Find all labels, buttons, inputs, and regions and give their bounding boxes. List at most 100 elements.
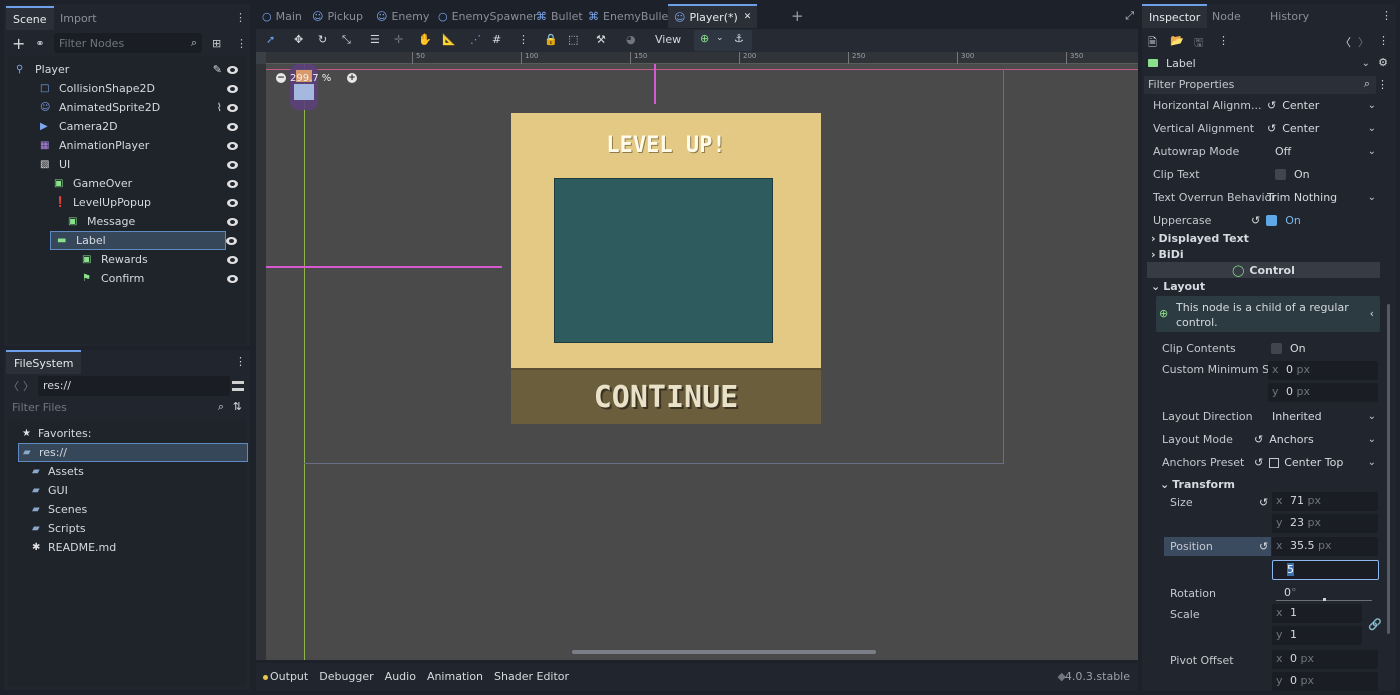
size-x-field[interactable]: x 71 px [1272, 492, 1378, 511]
bottom-tab-shader-editor[interactable]: Shader Editor [494, 670, 569, 683]
file-item-assets[interactable]: ▰ Assets [8, 462, 246, 481]
zoom-in-icon[interactable]: + [347, 73, 357, 83]
tree-item-animationplayer[interactable]: ▦ AnimationPlayer [8, 136, 246, 155]
snap-options-icon[interactable]: ⋮ [518, 33, 529, 46]
bottom-tab-debugger[interactable]: Debugger [319, 670, 373, 683]
revert-icon[interactable]: ↺ [1254, 456, 1263, 469]
min-x-field[interactable]: x 0 px [1268, 361, 1378, 380]
tab-scene[interactable]: Scene [6, 6, 54, 30]
chevron-down-icon[interactable]: ⌄ [716, 33, 724, 43]
version-label[interactable]: 4.0.3.stable [1065, 670, 1130, 683]
file-item-favorites[interactable]: ★ Favorites: [8, 424, 246, 443]
checkbox-checked[interactable] [1266, 215, 1278, 226]
bottom-tab-animation[interactable]: Animation [427, 670, 483, 683]
path-field[interactable]: res:// [38, 376, 230, 396]
filter-nodes-input[interactable]: Filter Nodes ⌕ [54, 33, 202, 53]
more-icon[interactable]: ⋮ [1381, 9, 1392, 22]
prop-layout-mode[interactable]: Layout Mode ↺ Anchors ⌄ [1156, 428, 1382, 451]
bottom-tab-audio[interactable]: Audio [385, 670, 416, 683]
pivot-x-field[interactable]: x 0 px [1272, 650, 1378, 669]
visibility-eye-icon[interactable] [227, 122, 238, 131]
select-tool-icon[interactable]: ➚ [266, 33, 275, 46]
signal-icon[interactable]: ⌇ [217, 101, 222, 114]
tab-player[interactable]: ☺ Player(*) ✕ [668, 4, 758, 28]
tab-import[interactable]: Import [52, 6, 105, 30]
rotate-tool-icon[interactable]: ↻ [318, 33, 327, 46]
file-item-scenes[interactable]: ▰ Scenes [8, 500, 246, 519]
filter-files-placeholder[interactable]: Filter Files [12, 401, 67, 414]
visibility-eye-icon[interactable] [226, 236, 237, 245]
revert-icon[interactable]: ↺ [1267, 122, 1276, 135]
pivot-y-field[interactable]: y 0 px [1272, 672, 1378, 691]
instance-scene-icon[interactable]: ⊞ [212, 37, 221, 50]
forward-icon[interactable]: 〉 [23, 378, 34, 394]
prop-clip-text[interactable]: Clip Text On [1147, 163, 1382, 186]
prop-anchors-preset[interactable]: Anchors Preset ↺ Center Top ⌄ [1156, 451, 1382, 474]
file-item-res[interactable]: ▰ res:// [18, 443, 248, 462]
group-icon[interactable]: ⬚ [568, 33, 578, 46]
tab-inspector[interactable]: Inspector [1142, 4, 1208, 28]
scale-y-field[interactable]: y 1 [1272, 626, 1362, 645]
pivot-icon[interactable]: ✛ [394, 33, 403, 46]
menu-icon[interactable]: ⋮ [236, 37, 247, 50]
prop-autowrap-mode[interactable]: Autowrap Mode Off ⌄ [1147, 140, 1382, 163]
section-transform[interactable]: ⌄ Transform [1156, 476, 1380, 492]
file-item-readmemd[interactable]: ✱ README.md [8, 538, 246, 557]
object-menu-icon[interactable]: ⋮ [1378, 34, 1389, 47]
zoom-level[interactable]: 299.7 % [290, 73, 338, 84]
inspector-scrollbar[interactable] [1387, 304, 1390, 634]
grid-snap-icon[interactable]: # [492, 33, 501, 46]
file-item-scripts[interactable]: ▰ Scripts [8, 519, 246, 538]
continue-button[interactable]: CONTINUE [511, 368, 821, 424]
layout-toggle-icon[interactable] [232, 381, 244, 391]
view-menu[interactable]: View [655, 33, 681, 46]
prop-custom-minimum-size[interactable]: Custom Minimum S... x 0 px y 0 px [1156, 359, 1382, 403]
prop-horizontal-alignment[interactable]: Horizontal Alignm... ↺ Center ⌄ [1147, 94, 1382, 117]
scale-tool-icon[interactable]: ⤡ [342, 33, 351, 47]
revert-icon[interactable]: ↺ [1254, 433, 1263, 446]
section-bidi[interactable]: › BiDi [1147, 246, 1380, 262]
size-y-field[interactable]: y 23 px [1272, 514, 1378, 533]
tree-item-player[interactable]: ⚲ Player ✎ [8, 60, 246, 79]
add-tab-icon[interactable]: + [791, 7, 804, 25]
tab-filesystem[interactable]: FileSystem [6, 350, 82, 374]
revert-icon[interactable]: ↺ [1259, 540, 1268, 553]
node-settings-icon[interactable]: ⚙ [1378, 56, 1388, 69]
tree-item-rewards[interactable]: ▣ Rewards [8, 250, 246, 269]
history-back-icon[interactable]: 〈 [1340, 34, 1351, 50]
revert-icon[interactable]: ↺ [1251, 214, 1260, 227]
link-icon[interactable]: ⚭ [35, 37, 44, 50]
move-tool-icon[interactable]: ✥ [294, 33, 303, 46]
anchors-preset-icon[interactable]: ⊕ [700, 32, 709, 45]
tree-item-gameover[interactable]: ▣ GameOver [8, 174, 246, 193]
visibility-eye-icon[interactable] [227, 141, 238, 150]
prop-text-overrun[interactable]: Text Overrun Behavior Trim Nothing ⌄ [1147, 186, 1382, 209]
checkbox[interactable] [1271, 343, 1282, 354]
position-x-field[interactable]: x 35.5 px [1272, 537, 1378, 556]
inspector-options-icon[interactable]: ⋮ [1377, 78, 1388, 91]
new-resource-icon[interactable]: 🗎 [1148, 34, 1157, 53]
tree-item-camera2d[interactable]: ▶ Camera2D [8, 117, 246, 136]
scale-x-field[interactable]: x 1 [1272, 604, 1362, 623]
prop-scale[interactable]: Scale x 1 y 1 🔗 [1164, 604, 1382, 648]
filter-properties-input[interactable]: Filter Properties ⌕ [1144, 76, 1376, 94]
visibility-eye-icon[interactable] [227, 255, 238, 264]
script-icon[interactable]: ✎ [213, 63, 222, 76]
section-displayed-text[interactable]: › Displayed Text [1147, 230, 1380, 246]
prop-clip-contents[interactable]: Clip Contents On [1156, 337, 1382, 360]
visibility-eye-icon[interactable] [227, 103, 238, 112]
open-icon[interactable]: 📂 [1170, 34, 1184, 47]
zoom-out-icon[interactable]: − [276, 73, 286, 83]
close-icon[interactable]: ✕ [744, 12, 752, 22]
tree-item-message[interactable]: ▣ Message [8, 212, 246, 231]
camera-override-icon[interactable]: ◕ [626, 33, 636, 46]
save-icon[interactable]: 🖫 [1194, 34, 1203, 53]
visibility-eye-icon[interactable] [227, 274, 238, 283]
anchor-icon[interactable]: ⚓ [734, 32, 744, 45]
tree-item-ui[interactable]: ▧ UI [8, 155, 246, 174]
tab-enemybullet[interactable]: ⌘ EnemyBullet [582, 4, 679, 28]
tree-item-confirm[interactable]: ⚑ Confirm [8, 269, 246, 288]
tree-item-collisionshape2d[interactable]: □ CollisionShape2D [8, 79, 246, 98]
tab-bullet[interactable]: ⌘ Bullet [530, 4, 589, 28]
section-layout[interactable]: ⌄ Layout [1147, 278, 1380, 294]
